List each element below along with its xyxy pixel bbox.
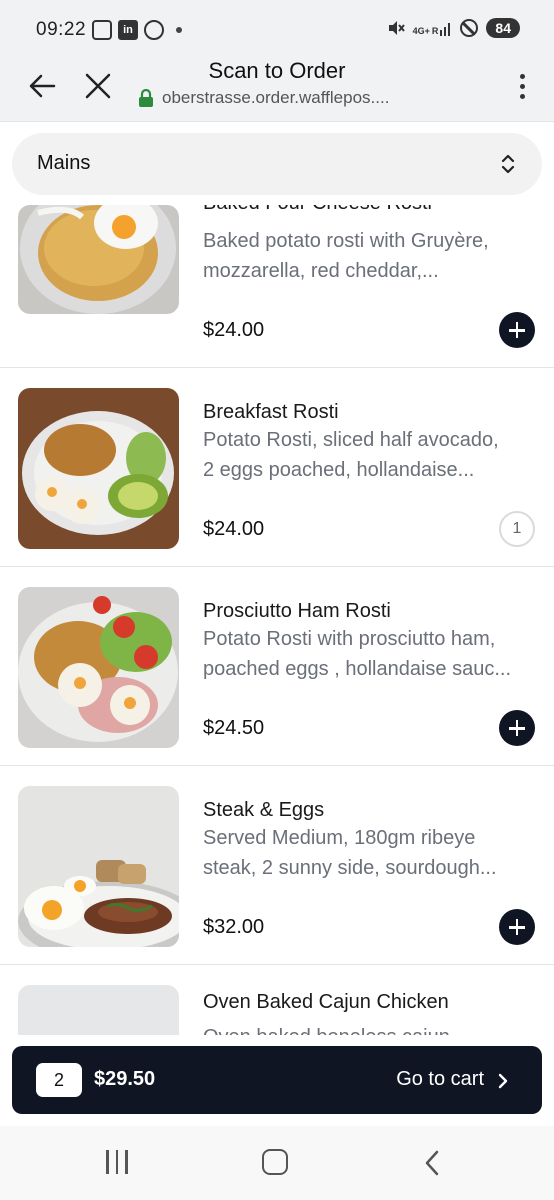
chevron-right-icon [498,1073,508,1089]
item-price: $32.00 [203,916,265,938]
item-description-line: Baked potato rosti with Gruyère, [203,230,489,252]
chevron-up-down-icon [501,154,515,174]
status-notification-icons: in [92,20,182,40]
add-to-cart-button[interactable] [499,710,535,746]
item-description-line: steak, 2 sunny side, sourdough... [203,857,497,879]
item-name: Breakfast Rosti [203,401,339,423]
more-notifications-dot-icon [176,27,182,33]
cart-total: $29.50 [94,1068,156,1090]
item-description-line: mozzarella, red cheddar,... [203,260,439,282]
item-description-line: Potato Rosti with prosciutto ham, [203,628,496,650]
recent-apps-icon[interactable] [106,1150,136,1176]
item-photo-four-cheese-rosti[interactable] [18,205,179,314]
item-price: $24.00 [203,518,265,540]
url-text: oberstrasse.order.wafflepos.... [162,88,390,107]
item-description-line: 2 eggs poached, hollandaise... [203,459,475,481]
signal-icon [440,23,451,36]
browser-toolbar: Scan to Order oberstrasse.order.wafflepo… [0,58,554,122]
mute-icon [388,21,405,35]
item-description-line: Oven baked boneless cajun [203,1022,533,1035]
item-name: Baked Four Cheese Rosti [203,205,432,215]
app-notification-icon [144,20,164,40]
url-bar[interactable]: oberstrasse.order.wafflepos.... [138,88,389,108]
network-indicator: 4G+ R [413,20,453,36]
roaming-indicator: R [431,26,439,36]
menu-item-list[interactable]: Baked Four Cheese Rosti Baked potato ros… [0,205,554,1035]
item-description: Baked potato rosti with Gruyère, mozzare… [203,226,533,286]
go-to-cart-label: Go to cart [396,1068,484,1090]
item-description: Oven baked boneless cajun [203,1022,533,1035]
status-system-icons: 4G+ R 84 [387,18,520,38]
item-description: Potato Rosti with prosciutto ham, poache… [203,624,533,684]
do-not-disturb-icon [460,19,479,37]
item-description-line: Potato Rosti, sliced half avocado, [203,429,499,451]
item-name: Oven Baked Cajun Chicken [203,991,449,1013]
item-description: Served Medium, 180gm ribeye steak, 2 sun… [203,823,533,883]
back-arrow-icon[interactable] [24,68,60,104]
menu-item[interactable]: Steak & Eggs Served Medium, 180gm ribeye… [0,767,554,965]
system-nav-bar [0,1126,554,1200]
item-photo-prosciutto-ham-rosti[interactable] [18,587,179,748]
item-price: $24.50 [203,717,265,739]
battery-indicator: 84 [486,18,520,38]
status-time: 09:22 [36,19,87,40]
go-to-cart-button[interactable]: 2 $29.50 Go to cart [12,1046,542,1114]
item-quantity-badge[interactable]: 1 [499,511,535,547]
home-icon[interactable] [262,1149,288,1175]
kebab-menu-icon[interactable] [512,68,532,104]
item-description: Potato Rosti, sliced half avocado, 2 egg… [203,425,533,485]
menu-item[interactable]: Baked Four Cheese Rosti Baked potato ros… [0,205,554,368]
item-name: Prosciutto Ham Rosti [203,600,391,622]
item-name: Steak & Eggs [203,799,325,821]
item-photo-steak-and-eggs[interactable] [18,786,179,947]
item-photo-oven-baked-cajun-chicken[interactable] [18,985,179,1035]
menu-item[interactable]: Prosciutto Ham Rosti Potato Rosti with p… [0,568,554,766]
category-select[interactable]: Mains [12,133,542,195]
cart-item-count: 2 [36,1063,82,1097]
lock-icon [139,89,153,107]
menu-item[interactable]: Breakfast Rosti Potato Rosti, sliced hal… [0,369,554,567]
status-bar: 09:22 in 4G+ R 84 [0,0,554,58]
item-description-line: poached eggs , hollandaise sauc... [203,658,511,680]
item-photo-breakfast-rosti[interactable] [18,388,179,549]
system-back-icon[interactable] [420,1148,444,1178]
category-selected-label: Mains [37,152,91,174]
close-icon[interactable] [80,68,116,104]
network-type: 4G+ [412,26,430,36]
add-to-cart-button[interactable] [499,909,535,945]
page-title: Scan to Order [208,58,346,83]
menu-item[interactable]: Oven Baked Cajun Chicken Oven baked bone… [0,966,554,1035]
item-description-line: Served Medium, 180gm ribeye [203,827,476,849]
item-price: $24.00 [203,319,265,341]
linkedin-icon: in [118,20,138,40]
screenshot-icon [92,20,112,40]
add-to-cart-button[interactable] [499,312,535,348]
